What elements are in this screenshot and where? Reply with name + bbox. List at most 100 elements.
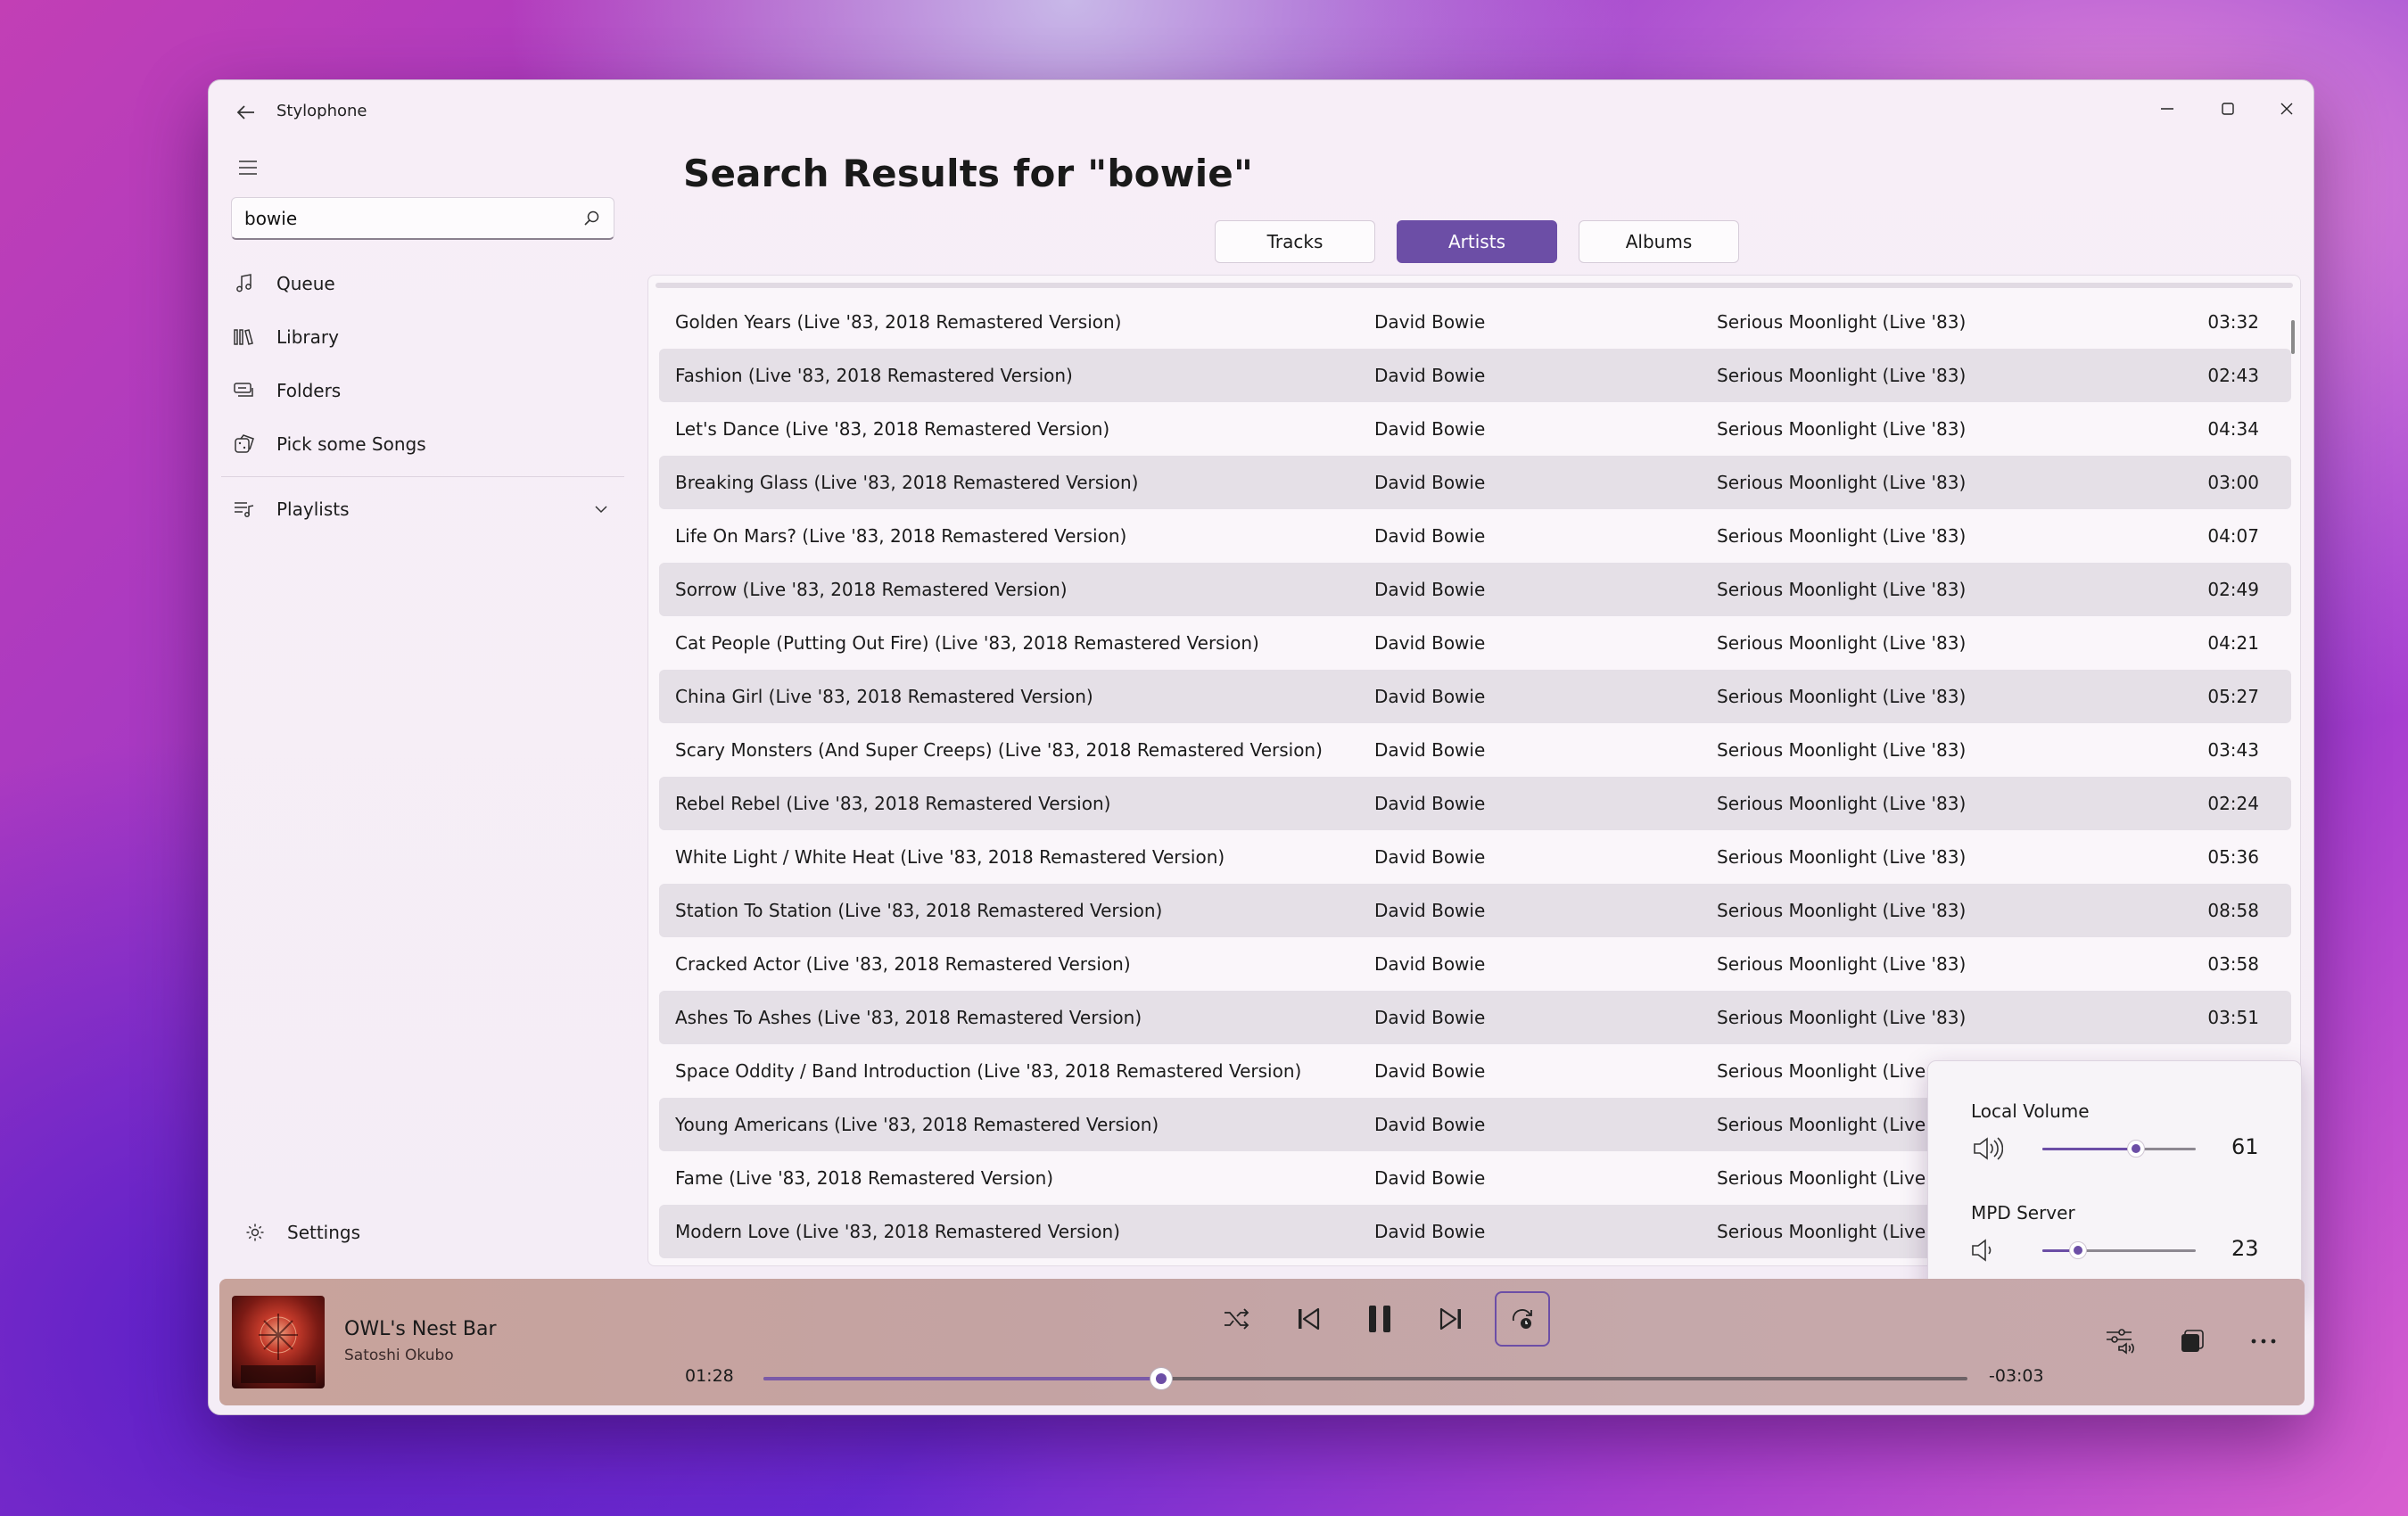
track-row[interactable]: Scary Monsters (And Super Creeps) (Live … [659,723,2291,777]
track-artist: David Bowie [1374,418,1486,440]
sidebar-item-queue[interactable]: Queue [221,257,624,310]
track-album: Serious Moonlight (Live '83) [1717,418,1967,440]
compact-overlay-icon [2181,1330,2204,1352]
track-album: Serious Moonlight (Live '8 [1717,1167,1948,1189]
track-album: Serious Moonlight (Live '83) [1717,525,1967,547]
track-artist: David Bowie [1374,525,1486,547]
track-row[interactable]: Cracked Actor (Live '83, 2018 Remastered… [659,937,2291,991]
track-row[interactable]: Cat People (Putting Out Fire) (Live '83,… [659,616,2291,670]
shuffle-button[interactable] [1209,1291,1265,1347]
track-title: Life On Mars? (Live '83, 2018 Remastered… [675,525,1127,547]
player-extra-controls [2096,1316,2288,1366]
seek-bar[interactable] [763,1367,1967,1390]
search-box[interactable] [231,197,614,240]
track-title: Cat People (Putting Out Fire) (Live '83,… [675,632,1259,654]
track-artist: David Bowie [1374,739,1486,761]
tab-albums[interactable]: Albums [1579,220,1739,263]
track-title: Scary Monsters (And Super Creeps) (Live … [675,739,1323,761]
hamburger-icon [239,161,257,175]
seek-bar-fill [763,1377,1161,1380]
track-album: Serious Moonlight (Live '83) [1717,632,1967,654]
minimize-button[interactable] [2140,89,2194,128]
track-album: Serious Moonlight (Live '83) [1717,311,1967,333]
track-artist: David Bowie [1374,686,1486,707]
track-row[interactable]: Station To Station (Live '83, 2018 Remas… [659,884,2291,937]
track-title: Fame (Live '83, 2018 Remastered Version) [675,1167,1054,1189]
tab-tracks[interactable]: Tracks [1215,220,1375,263]
search-input[interactable] [244,207,581,229]
track-row[interactable]: Breaking Glass (Live '83, 2018 Remastere… [659,456,2291,509]
tab-artists[interactable]: Artists [1397,220,1557,263]
track-album: Serious Moonlight (Live '83) [1717,365,1967,386]
local-volume-thumb[interactable] [2127,1140,2145,1158]
track-row[interactable]: Golden Years (Live '83, 2018 Remastered … [659,295,2291,349]
minimize-icon [2161,108,2173,110]
speaker-low-icon[interactable] [1971,1236,2003,1265]
track-title: Fashion (Live '83, 2018 Remastered Versi… [675,365,1073,386]
sidebar-nav: Queue Library Folders Pick some Songs Pl… [221,257,624,536]
track-row[interactable]: Let's Dance (Live '83, 2018 Remastered V… [659,402,2291,456]
track-album: Serious Moonlight (Live '83) [1717,739,1967,761]
scrollbar-thumb[interactable] [2291,320,2295,354]
server-volume-thumb[interactable] [2069,1241,2087,1259]
track-row[interactable]: China Girl (Live '83, 2018 Remastered Ve… [659,670,2291,723]
close-icon [2280,103,2293,115]
folders-icon [232,378,257,403]
track-duration: 02:43 [2207,365,2259,386]
track-album: Serious Moonlight (Live '83) [1717,793,1967,814]
track-album: Serious Moonlight (Live '8 [1717,1114,1948,1135]
speaker-loud-icon[interactable] [1971,1134,2004,1163]
track-duration: 05:36 [2207,846,2259,868]
back-button[interactable] [228,95,264,130]
track-artist: David Bowie [1374,311,1486,333]
previous-button[interactable] [1281,1291,1336,1347]
mini-player-button[interactable] [2167,1316,2217,1366]
track-title: Young Americans (Live '83, 2018 Remaster… [675,1114,1159,1135]
local-volume-value: 61 [2231,1134,2259,1159]
local-volume-slider[interactable] [2042,1140,2196,1158]
sidebar-item-playlists[interactable]: Playlists [221,482,624,536]
shuffle-icon [1225,1308,1249,1330]
volume-popup: Local Volume 61 MPD Server 23 [1927,1060,2302,1303]
server-volume-slider[interactable] [2042,1241,2196,1259]
track-duration: 03:51 [2207,1007,2259,1028]
consume-mode-button[interactable] [1495,1291,1550,1347]
seek-bar-thumb[interactable] [1150,1367,1173,1390]
track-row[interactable]: Rebel Rebel (Live '83, 2018 Remastered V… [659,777,2291,830]
maximize-icon [2222,103,2234,115]
page-title: Search Results for "bowie" [683,152,1254,195]
track-duration: 08:58 [2207,900,2259,921]
result-tabs: Tracks Artists Albums [1215,220,1739,263]
track-album: Serious Moonlight (Live '83) [1717,579,1967,600]
pause-button[interactable] [1352,1291,1407,1347]
track-duration: 03:43 [2207,739,2259,761]
search-icon[interactable] [581,209,601,228]
sidebar-item-pick-songs[interactable]: Pick some Songs [221,417,624,471]
sidebar-item-folders[interactable]: Folders [221,364,624,417]
volume-settings-button[interactable] [2096,1316,2146,1366]
track-artist: David Bowie [1374,472,1486,493]
track-artist: David Bowie [1374,365,1486,386]
list-header-divider [656,283,2293,288]
chevron-down-icon[interactable] [594,501,608,518]
maximize-button[interactable] [2201,89,2255,128]
track-row[interactable]: Fashion (Live '83, 2018 Remastered Versi… [659,349,2291,402]
track-row[interactable]: Ashes To Ashes (Live '83, 2018 Remastere… [659,991,2291,1044]
local-volume-label: Local Volume [1971,1100,2090,1122]
hamburger-menu-button[interactable] [228,148,268,187]
track-album: Serious Moonlight (Live '83) [1717,686,1967,707]
album-art[interactable] [232,1296,325,1388]
track-duration: 02:49 [2207,579,2259,600]
track-row[interactable]: White Light / White Heat (Live '83, 2018… [659,830,2291,884]
track-artist: David Bowie [1374,953,1486,975]
track-row[interactable]: Life On Mars? (Live '83, 2018 Remastered… [659,509,2291,563]
close-button[interactable] [2260,89,2313,128]
track-row[interactable]: Sorrow (Live '83, 2018 Remastered Versio… [659,563,2291,616]
track-title: Let's Dance (Live '83, 2018 Remastered V… [675,418,1110,440]
sidebar-item-settings[interactable]: Settings [232,1206,360,1259]
next-button[interactable] [1423,1291,1479,1347]
sidebar-divider [221,476,624,477]
track-artist: David Bowie [1374,846,1486,868]
sidebar-item-library[interactable]: Library [221,310,624,364]
more-options-button[interactable] [2239,1316,2288,1366]
